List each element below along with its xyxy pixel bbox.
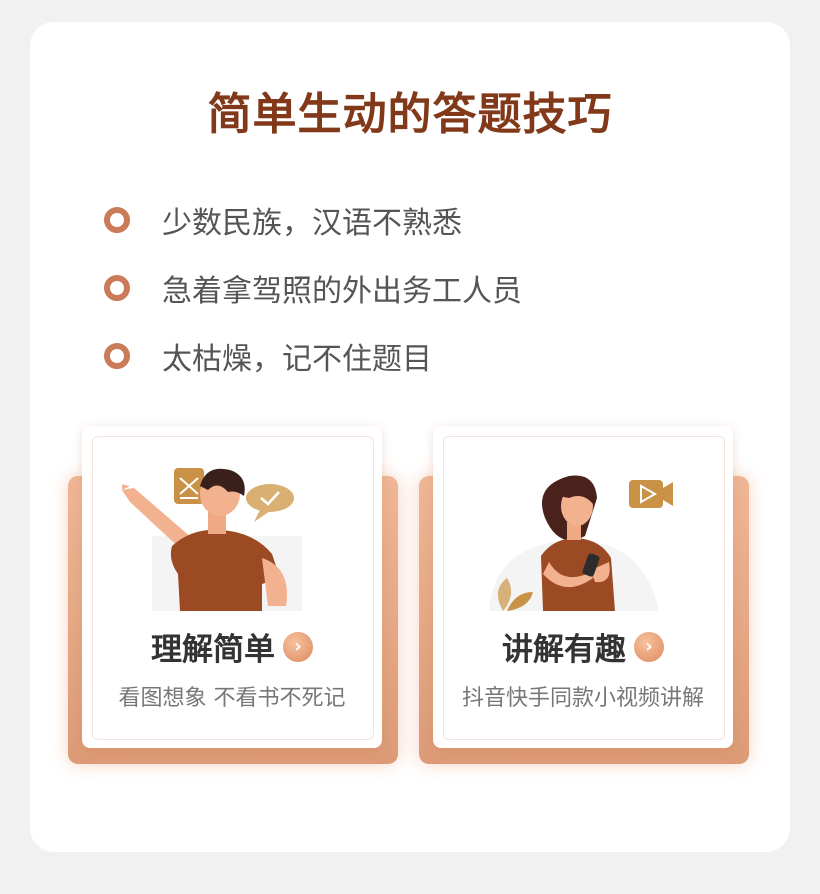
card-subtitle: 看图想象 不看书不死记 <box>118 686 346 711</box>
video-icon <box>629 480 673 508</box>
page-title: 简单生动的答题技巧 <box>207 89 613 140</box>
card-title-text: 理解简单 <box>151 632 275 668</box>
woman-phone-illustration <box>489 475 673 611</box>
man-pointing-illustration <box>122 468 302 611</box>
bullet-dot-icon <box>104 343 130 369</box>
card-body[interactable]: 讲解有趣 › 抖音快手同款小视频讲解 <box>433 426 733 748</box>
card-body[interactable]: 理解简单 › 看图想象 不看书不死记 <box>82 426 382 748</box>
chevron-right-icon[interactable]: › <box>283 631 313 662</box>
list-item-text: 太枯燥，记不住题目 <box>162 342 432 377</box>
list-item: 少数民族，汉语不熟悉 <box>104 186 522 254</box>
list-item: 急着拿驾照的外出务工人员 <box>104 254 522 322</box>
chevron-right-icon[interactable]: › <box>634 631 664 662</box>
chevron-right-glyph: › <box>645 635 653 657</box>
feature-card-understand[interactable]: 理解简单 › 看图想象 不看书不死记 <box>68 426 398 766</box>
card-title: 讲解有趣 › <box>433 624 733 669</box>
card-title: 理解简单 › <box>82 624 382 669</box>
list-item-text: 急着拿驾照的外出务工人员 <box>162 274 522 309</box>
feature-card-interesting[interactable]: 讲解有趣 › 抖音快手同款小视频讲解 <box>419 426 749 766</box>
list-item-text: 少数民族，汉语不熟悉 <box>162 206 462 241</box>
check-bubble-icon <box>246 484 294 522</box>
list-item: 太枯燥，记不住题目 <box>104 322 522 390</box>
document-icon <box>174 468 204 504</box>
card-subtitle: 抖音快手同款小视频讲解 <box>461 686 704 711</box>
card-title-text: 讲解有趣 <box>502 632 626 668</box>
chevron-right-glyph: › <box>294 635 302 657</box>
bullet-dot-icon <box>104 275 130 301</box>
feature-list: 少数民族，汉语不熟悉 急着拿驾照的外出务工人员 太枯燥，记不住题目 <box>104 186 522 390</box>
bullet-dot-icon <box>104 207 130 233</box>
